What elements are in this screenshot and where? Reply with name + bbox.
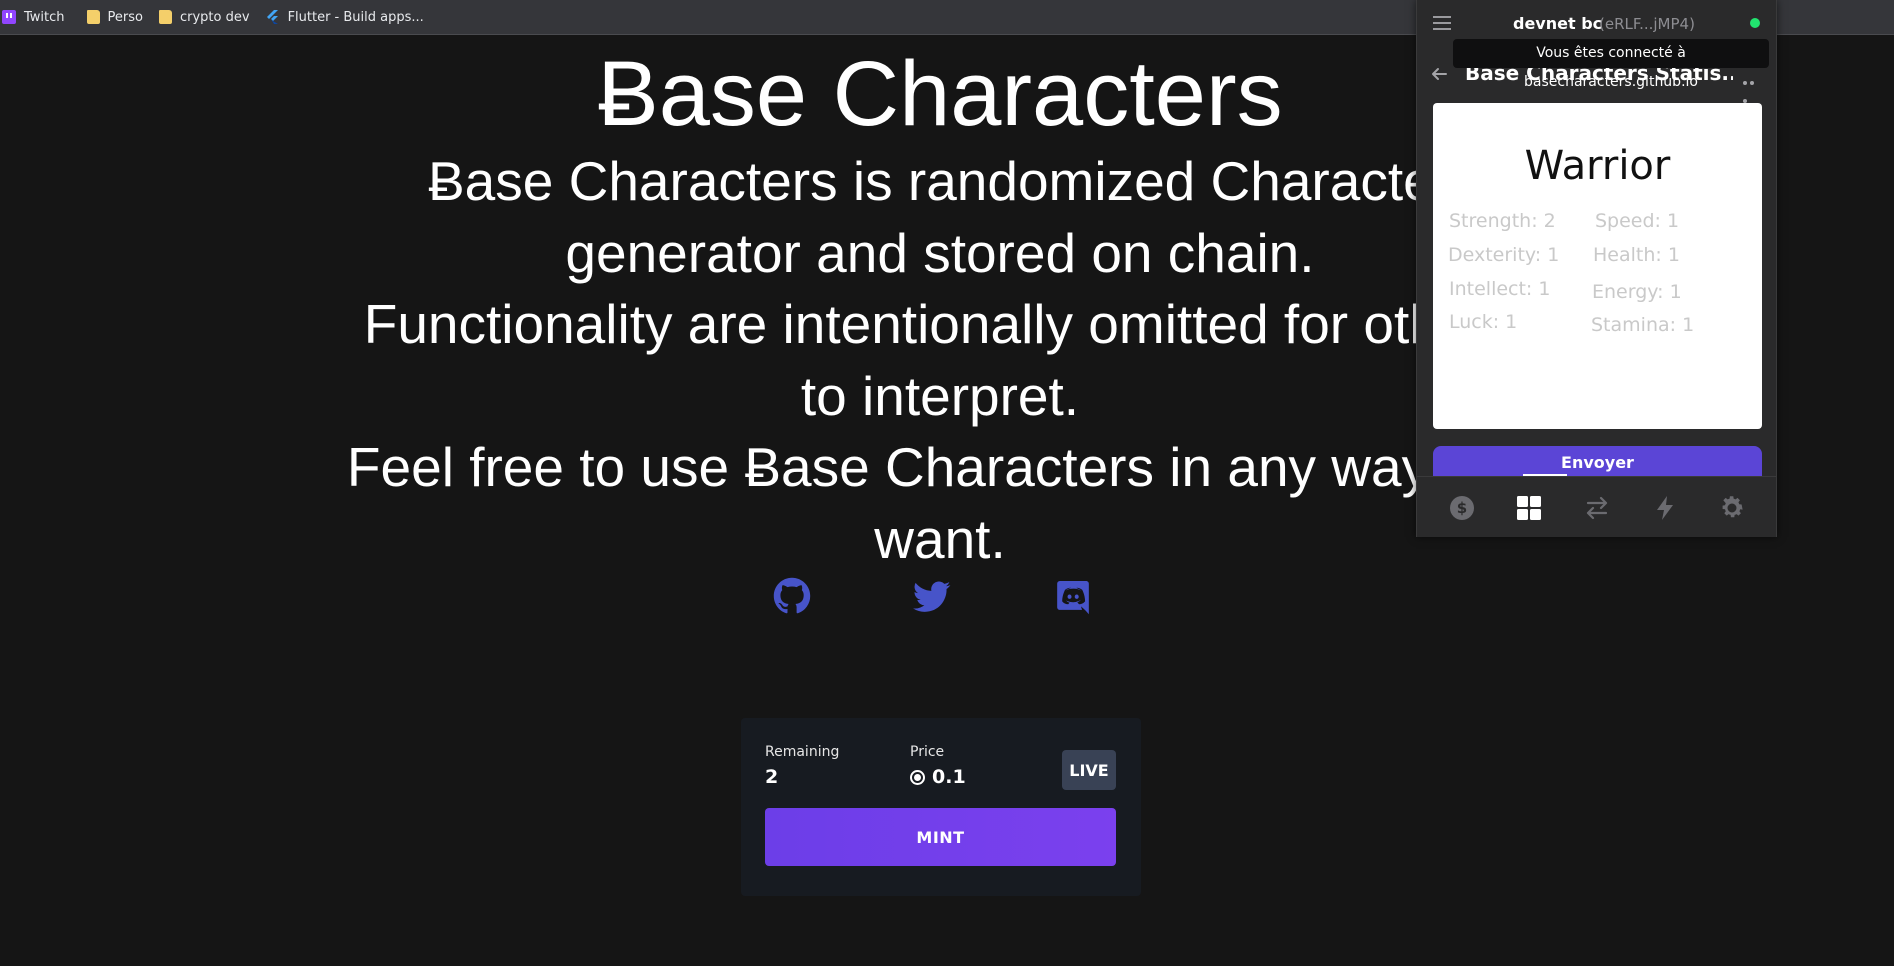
grid-icon[interactable] — [1516, 495, 1542, 521]
nft-image: Warrior Strength: 2 Speed: 1 Dexterity: … — [1433, 103, 1762, 429]
bookmark-label: crypto dev — [179, 9, 250, 25]
folder-icon — [86, 10, 100, 24]
back-arrow-icon[interactable] — [1429, 64, 1449, 84]
page-description: Ƀase Characters is randomized Character … — [335, 146, 1545, 575]
dollar-icon[interactable]: $ — [1449, 495, 1475, 521]
sol-currency-icon — [910, 769, 925, 785]
wallet-popup: devnet bc (eRLF...jMP4) Vous êtes connec… — [1416, 0, 1777, 537]
gear-icon[interactable] — [1719, 495, 1745, 521]
stat-intellect: Intellect: 1 — [1449, 278, 1551, 300]
stat-energy: Energy: 1 — [1592, 281, 1682, 303]
send-button[interactable]: Envoyer — [1433, 446, 1762, 476]
stat-speed: Speed: 1 — [1595, 210, 1680, 232]
twitch-icon — [2, 10, 16, 24]
bookmark-twitch[interactable]: Twitch — [0, 3, 73, 31]
hamburger-menu-icon[interactable] — [1433, 16, 1451, 30]
bookmark-flutter[interactable]: Flutter - Build apps... — [264, 3, 432, 31]
bookmark-label: Perso — [107, 9, 143, 25]
remaining-label: Remaining — [765, 744, 840, 760]
connection-status-icon[interactable] — [1750, 18, 1760, 28]
wallet-footer-nav: $ — [1417, 476, 1776, 537]
flutter-icon — [266, 10, 278, 24]
stat-strength: Strength: 2 — [1449, 210, 1556, 232]
bolt-icon[interactable] — [1652, 495, 1678, 521]
folder-icon — [158, 10, 172, 24]
mint-button[interactable]: MINT — [765, 808, 1116, 866]
description-line: Ƀase Characters is randomized Character … — [427, 150, 1453, 284]
price-amount: 0.1 — [932, 766, 966, 788]
github-icon[interactable] — [773, 577, 811, 615]
price-label: Price — [910, 744, 945, 760]
send-button-label: Envoyer — [1561, 453, 1634, 472]
discord-icon[interactable] — [1054, 577, 1092, 615]
wallet-name[interactable]: devnet bc — [1513, 14, 1602, 33]
connection-tooltip: Vous êtes connecté à basecharacters.gith… — [1453, 39, 1769, 90]
svg-text:$: $ — [1457, 499, 1467, 517]
price-value: 0.1 — [910, 766, 966, 788]
mint-card: Remaining 2 Price 0.1 LIVE MINT — [741, 718, 1141, 896]
stat-dexterity: Dexterity: 1 — [1448, 244, 1560, 266]
live-status-badge: LIVE — [1062, 750, 1116, 790]
remaining-value: 2 — [765, 766, 779, 788]
description-line: Feel free to use Ƀase Characters in any … — [346, 436, 1534, 570]
stat-stamina: Stamina: 1 — [1591, 314, 1695, 336]
twitter-icon[interactable] — [913, 577, 951, 615]
swap-icon[interactable] — [1584, 495, 1610, 521]
bookmark-label: Twitch — [24, 9, 65, 25]
description-line: Functionality are intentionally omitted … — [363, 293, 1517, 427]
bookmark-perso[interactable]: Perso — [85, 3, 151, 31]
stat-luck: Luck: 1 — [1449, 311, 1518, 333]
bookmark-label: Flutter - Build apps... — [287, 9, 424, 25]
more-options-icon[interactable] — [1743, 72, 1763, 103]
stat-health: Health: 1 — [1593, 244, 1680, 266]
character-class: Warrior — [1524, 143, 1671, 189]
wallet-address[interactable]: (eRLF...jMP4) — [1599, 15, 1695, 33]
bookmark-crypto-dev[interactable]: crypto dev — [157, 3, 258, 31]
